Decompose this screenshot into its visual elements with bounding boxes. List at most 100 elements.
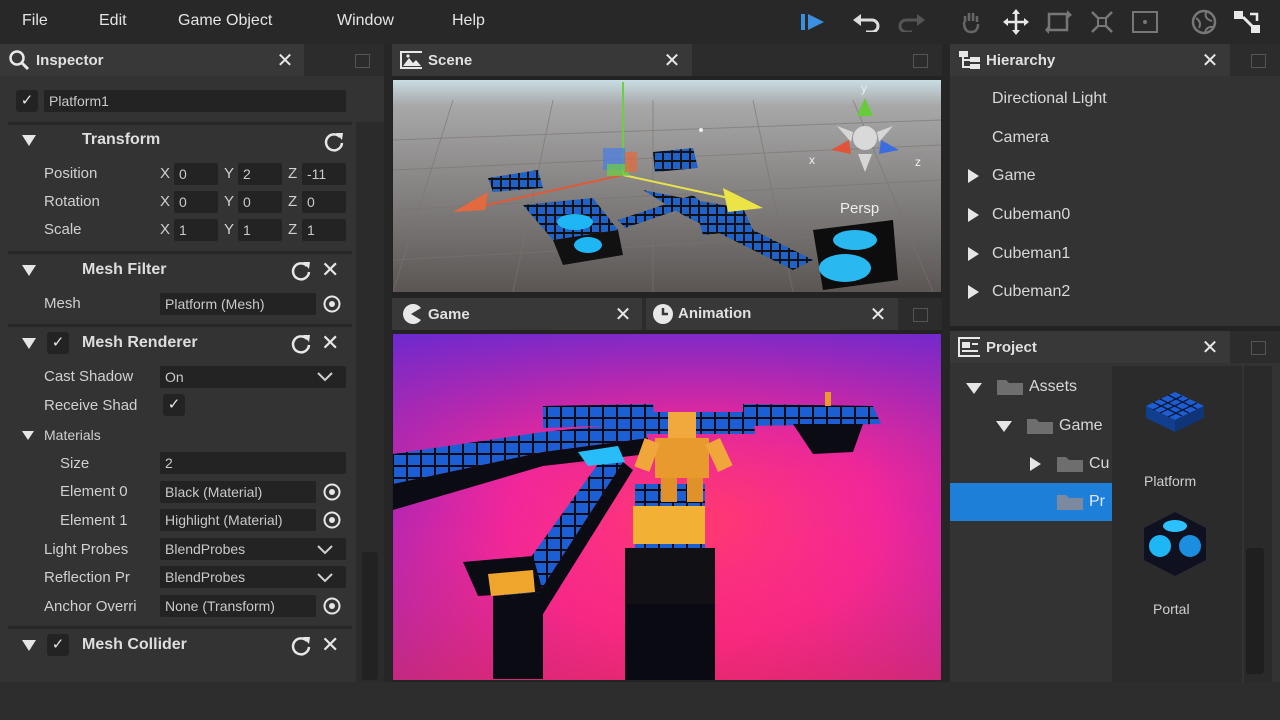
- hand-icon[interactable]: [956, 8, 986, 36]
- panel-splitter[interactable]: [942, 44, 950, 682]
- menu-file[interactable]: File: [22, 12, 48, 30]
- redo-icon[interactable]: [896, 8, 926, 36]
- object-picker-icon[interactable]: [322, 596, 342, 621]
- object-picker-icon[interactable]: [322, 294, 342, 320]
- scale-x-field[interactable]: 1: [174, 219, 218, 241]
- scale-y-field[interactable]: 1: [238, 219, 282, 241]
- mesh-renderer-collapse-icon[interactable]: [22, 338, 36, 349]
- menu-help[interactable]: Help: [452, 12, 485, 30]
- hierarchy-item[interactable]: Cubeman2: [992, 283, 1070, 301]
- hierarchy-item[interactable]: Directional Light: [992, 90, 1107, 108]
- inspector-scrollbar-thumb[interactable]: [362, 552, 378, 680]
- position-y-field[interactable]: 2: [238, 163, 282, 185]
- project-tree-item[interactable]: Pr: [1089, 493, 1105, 511]
- asset-label[interactable]: Portal: [1153, 601, 1190, 617]
- project-tree-item[interactable]: Assets: [1029, 378, 1077, 396]
- project-tree-item[interactable]: Game: [1059, 417, 1103, 435]
- scale-z-field[interactable]: 1: [302, 219, 346, 241]
- axis-x-label: X: [160, 193, 171, 210]
- hierarchy-item[interactable]: Game: [992, 167, 1036, 185]
- materials-collapse-icon[interactable]: [22, 431, 34, 440]
- rotation-y-field[interactable]: 0: [238, 191, 282, 213]
- scene-viewport[interactable]: y x z Persp: [393, 80, 941, 292]
- object-active-checkbox[interactable]: ✓: [16, 90, 38, 112]
- hierarchy-item[interactable]: Camera: [992, 129, 1049, 147]
- project-close-icon[interactable]: ✕: [1198, 335, 1222, 359]
- rotate-icon[interactable]: [1044, 8, 1074, 36]
- game-maximize-icon[interactable]: [900, 298, 942, 330]
- size-field[interactable]: 2: [160, 452, 346, 474]
- object-picker-icon[interactable]: [322, 510, 342, 535]
- anchor-override-label: Anchor Overri: [44, 598, 137, 615]
- undo-icon[interactable]: [852, 8, 882, 36]
- asset-label[interactable]: Platform: [1144, 473, 1196, 489]
- inspector-close-icon[interactable]: ✕: [273, 48, 297, 72]
- persp-label[interactable]: Persp: [840, 200, 879, 217]
- play-icon[interactable]: [798, 8, 828, 36]
- mesh-collider-collapse-icon[interactable]: [22, 640, 36, 651]
- reset-icon[interactable]: [290, 260, 312, 287]
- project-scrollbar-thumb[interactable]: [1246, 548, 1264, 674]
- project-tree-item[interactable]: Cu: [1089, 455, 1109, 473]
- expand-arrow-icon[interactable]: [968, 247, 979, 261]
- hierarchy-close-icon[interactable]: ✕: [1198, 48, 1222, 72]
- mesh-renderer-enabled-checkbox[interactable]: ✓: [47, 332, 69, 354]
- remove-component-icon[interactable]: ✕: [321, 634, 339, 656]
- chevron-down-icon: [316, 366, 334, 389]
- scale-icon[interactable]: [1087, 8, 1117, 36]
- remove-component-icon[interactable]: ✕: [321, 332, 339, 354]
- receive-shadow-checkbox[interactable]: ✓: [163, 394, 185, 416]
- rotation-z-field[interactable]: 0: [302, 191, 346, 213]
- reset-icon[interactable]: [290, 635, 312, 662]
- transform-collapse-icon[interactable]: [22, 135, 36, 146]
- folder-icon: [996, 378, 1024, 396]
- element1-field[interactable]: Highlight (Material): [160, 509, 316, 531]
- expand-arrow-icon[interactable]: [968, 208, 979, 222]
- cast-shadow-value: On: [165, 369, 184, 385]
- element0-field[interactable]: Black (Material): [160, 481, 316, 503]
- reflection-probes-label: Reflection Pr: [44, 569, 130, 586]
- layout-icon[interactable]: [1232, 8, 1262, 36]
- collapse-arrow-icon[interactable]: [996, 421, 1012, 432]
- project-tree-selected-row[interactable]: [950, 483, 1112, 521]
- rotation-x-field[interactable]: 0: [174, 191, 218, 213]
- position-z-field[interactable]: -11: [302, 163, 346, 185]
- hierarchy-maximize-icon[interactable]: [1230, 44, 1280, 76]
- expand-arrow-icon[interactable]: [1030, 457, 1041, 471]
- menu-window[interactable]: Window: [337, 12, 394, 30]
- portal-asset-icon[interactable]: [1140, 508, 1210, 580]
- game-close-icon[interactable]: ✕: [611, 302, 635, 326]
- inspector-maximize-icon[interactable]: [304, 44, 384, 76]
- platform-asset-icon[interactable]: [1142, 388, 1208, 438]
- object-picker-icon[interactable]: [322, 482, 342, 507]
- project-maximize-icon[interactable]: [1230, 331, 1280, 363]
- scene-close-icon[interactable]: ✕: [660, 48, 684, 72]
- animation-close-icon[interactable]: ✕: [866, 302, 890, 326]
- reset-icon[interactable]: [323, 131, 345, 158]
- reset-icon[interactable]: [290, 333, 312, 360]
- menu-edit[interactable]: Edit: [99, 12, 127, 30]
- panel-splitter[interactable]: [384, 44, 392, 682]
- menu-game-object[interactable]: Game Object: [178, 12, 272, 30]
- position-x-field[interactable]: 0: [174, 163, 218, 185]
- object-name-field[interactable]: Platform1: [44, 90, 346, 112]
- hierarchy-title: Hierarchy: [986, 51, 1056, 69]
- game-viewport[interactable]: [393, 334, 941, 680]
- divider: [8, 251, 352, 254]
- scene-maximize-icon[interactable]: [692, 44, 942, 76]
- mesh-collider-enabled-checkbox[interactable]: ✓: [47, 634, 69, 656]
- expand-arrow-icon[interactable]: [968, 285, 979, 299]
- anchor-override-field[interactable]: None (Transform): [160, 595, 316, 617]
- rotation-label: Rotation: [44, 193, 100, 210]
- divider: [8, 324, 352, 327]
- remove-component-icon[interactable]: ✕: [321, 259, 339, 281]
- hierarchy-item[interactable]: Cubeman1: [992, 245, 1070, 263]
- collapse-arrow-icon[interactable]: [966, 383, 982, 394]
- mesh-field[interactable]: Platform (Mesh): [160, 293, 316, 315]
- hierarchy-item[interactable]: Cubeman0: [992, 206, 1070, 224]
- expand-arrow-icon[interactable]: [968, 169, 979, 183]
- rect-icon[interactable]: [1130, 8, 1160, 36]
- move-icon[interactable]: [1001, 8, 1031, 36]
- mesh-filter-collapse-icon[interactable]: [22, 265, 36, 276]
- global-icon[interactable]: [1189, 8, 1219, 36]
